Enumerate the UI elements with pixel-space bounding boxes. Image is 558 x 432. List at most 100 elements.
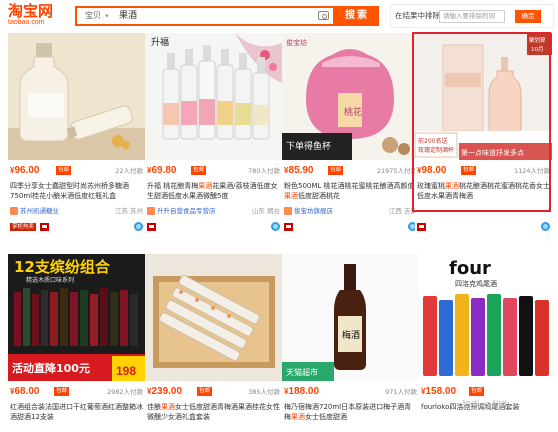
chevron-down-icon: ▾ bbox=[105, 12, 109, 20]
search-button-label: 搜索 bbox=[345, 10, 369, 21]
location: 江西 吉安 bbox=[388, 207, 417, 215]
brand-mark: 升福 bbox=[151, 36, 169, 48]
product-card[interactable]: ¥96.00 包邮 22人付款 四季分享女士蠢甜型时尚苏州桥多糖酒750ml桂花… bbox=[8, 33, 145, 233]
product-image[interactable]: 升福 bbox=[145, 33, 282, 160]
price: ¥85.90 bbox=[284, 165, 314, 176]
product-image[interactable]: 桃花 下单得鱼杯 俊宝坊 bbox=[282, 33, 419, 160]
price: ¥69.80 bbox=[147, 165, 177, 176]
badge-row bbox=[284, 222, 417, 232]
badge-row bbox=[147, 222, 280, 232]
seller-badge: 掌柜热卖 bbox=[10, 223, 37, 231]
paid-count: 21975人付款 bbox=[376, 167, 417, 175]
paid-count: 22人付款 bbox=[115, 167, 143, 175]
price-row: ¥98.00 包邮 1124人付款 bbox=[415, 164, 552, 178]
free-shipping-badge: 包邮 bbox=[328, 166, 344, 175]
top-bar: 淘宝网 taobao.com 宝贝 ▾ 果酒 搜索 在结果中排除 请输入要排除的… bbox=[0, 0, 558, 30]
price-row: ¥69.80 包邮 780人付款 bbox=[145, 164, 282, 178]
wangwang-icon[interactable] bbox=[271, 222, 280, 231]
shop-name[interactable]: 升升自营食品专营店 bbox=[157, 205, 216, 217]
product-card[interactable]: 桃花 下单得鱼杯 俊宝坊 ¥85.90 包邮 21975人付款 粉色500ML … bbox=[282, 33, 419, 233]
wangwang-icon[interactable] bbox=[541, 222, 550, 231]
tmall-icon bbox=[284, 223, 293, 231]
badge-row: 掌柜热卖 bbox=[10, 222, 143, 232]
promo-tag-1: 前200名送 bbox=[418, 137, 447, 145]
price: ¥158.00 bbox=[421, 386, 457, 397]
taobao-logo[interactable]: 淘宝网 taobao.com bbox=[8, 2, 72, 27]
paid-count: 385人付款 bbox=[248, 388, 280, 396]
tmall-icon bbox=[40, 223, 49, 231]
exclude-confirm-button[interactable]: 确定 bbox=[515, 10, 541, 23]
camera-icon[interactable] bbox=[318, 11, 329, 20]
corner-tag-2: 10月 bbox=[531, 46, 544, 53]
product-image[interactable] bbox=[8, 33, 145, 160]
product-title[interactable]: 玫瑰蜜桃果酒桃花酿酒桃花蜜酒桃花香女士低度水果酒青梅酒 bbox=[417, 181, 550, 201]
brand-mark: four bbox=[449, 258, 491, 279]
watermark: 知乎 @阿牛 bbox=[462, 401, 510, 411]
product-image[interactable]: 梅酒 天猫超市 bbox=[282, 254, 419, 381]
free-shipping-badge: 包邮 bbox=[54, 387, 70, 396]
bottle-label: 梅酒 bbox=[342, 329, 360, 341]
banner-text: 第一点味道抒发多点 bbox=[461, 148, 524, 157]
bottle-label: 桃花 bbox=[344, 106, 362, 118]
search-button[interactable]: 搜索 bbox=[335, 6, 379, 26]
product-card[interactable]: 梅酒 天猫超市 ¥188.00 971人付款 梅乃宿梅酒720ml日本原装进口梅… bbox=[282, 254, 419, 432]
product-title[interactable]: 升福 桃花酿青梅果酒花果酒/荔枝酒低度女生甜酒低度水果酒微醺5度 bbox=[147, 181, 280, 201]
price-row: ¥158.00 包邮 bbox=[419, 385, 556, 399]
free-shipping-badge: 包邮 bbox=[56, 166, 72, 175]
search-box: 宝贝 ▾ 果酒 bbox=[75, 6, 335, 26]
search-scope-select[interactable]: 宝贝 ▾ bbox=[77, 8, 113, 24]
badge-row bbox=[417, 222, 550, 232]
price: ¥239.00 bbox=[147, 386, 183, 397]
wangwang-icon[interactable] bbox=[134, 222, 143, 231]
free-shipping-badge: 包邮 bbox=[191, 166, 207, 175]
price-row: ¥239.00 包邮 385人付款 bbox=[145, 385, 282, 399]
price: ¥188.00 bbox=[284, 386, 320, 397]
exclude-filter: 在结果中排除 请输入要排除的词 确定 bbox=[390, 4, 554, 28]
free-shipping-badge: 包邮 bbox=[461, 166, 477, 175]
brand-mark: 俊宝坊 bbox=[286, 38, 307, 47]
logo-text: 淘宝网 bbox=[8, 2, 54, 20]
price: ¥68.00 bbox=[10, 386, 40, 397]
shop-name[interactable]: 苏州凯通糖业 bbox=[20, 205, 59, 217]
promo-price: 198 bbox=[116, 364, 136, 378]
price: ¥98.00 bbox=[417, 165, 447, 176]
tmall-supermarket-tag: 天猫超市 bbox=[286, 367, 318, 377]
tmall-icon bbox=[147, 223, 156, 231]
shop-row: 苏州凯通糖业 江苏 苏州 bbox=[8, 205, 145, 217]
product-title[interactable]: 红酒组合装法国进口干红葡萄酒红酒整箱冰酒甜酒12支装 bbox=[10, 402, 143, 424]
price-row: ¥68.00 包邮 2982人付款 bbox=[8, 385, 145, 399]
search-input[interactable]: 果酒 bbox=[119, 8, 137, 24]
shop-icon bbox=[147, 207, 155, 215]
free-shipping-badge: 包邮 bbox=[469, 387, 485, 396]
shop-row: 俊宝坊旗舰店 江西 吉安 bbox=[282, 205, 419, 217]
promo-banner: 活动直降100元 bbox=[12, 361, 90, 375]
price-row: ¥96.00 包邮 22人付款 bbox=[8, 164, 145, 178]
product-title[interactable]: 四季分享女士蠢甜型时尚苏州桥多糖酒750ml桂花小酿米酒低度红瓶礼盒 bbox=[10, 181, 143, 201]
price-row: ¥188.00 971人付款 bbox=[282, 385, 419, 399]
product-title[interactable]: 梅乃宿梅酒720ml日本原装进口梅子酒青梅果酒女士低度甜酒 bbox=[284, 402, 417, 424]
product-title[interactable]: 粉色500ML 桃花酒桃花蜜桃花酿酒高颜值果酒低度甜酒桃花 bbox=[284, 181, 417, 201]
promo-tag-2: 玫瑰定制酒杯 bbox=[418, 146, 454, 154]
paid-count: 971人付款 bbox=[385, 388, 417, 396]
paid-count: 2982人付款 bbox=[106, 388, 143, 396]
product-image[interactable]: 12支缤纷组合 精选木质口味系列 活动直降100元 198 bbox=[8, 254, 145, 381]
shop-row: 升升自营食品专营店 山东 烟台 bbox=[145, 205, 282, 217]
tmall-icon bbox=[417, 223, 426, 231]
product-title[interactable]: 佳酿果酒女士低度甜酒青梅酒果酒桂花女性微醺少女酒礼盒套装 bbox=[147, 402, 280, 424]
promo-subtitle: 精选木质口味系列 bbox=[26, 276, 74, 284]
product-card[interactable]: 前200名送 玫瑰定制酒杯 第一点味道抒发多点 聚划算 10月 ¥98.00 包… bbox=[415, 33, 552, 233]
product-card[interactable]: ¥239.00 包邮 385人付款 佳酿果酒女士低度甜酒青梅酒果酒桂花女性微醺少… bbox=[145, 254, 282, 432]
product-card[interactable]: 12支缤纷组合 精选木质口味系列 活动直降100元 198 ¥68.00 包邮 … bbox=[8, 254, 145, 432]
shop-icon bbox=[10, 207, 18, 215]
shop-name[interactable]: 俊宝坊旗舰店 bbox=[294, 205, 333, 217]
product-image[interactable]: 前200名送 玫瑰定制酒杯 第一点味道抒发多点 聚划算 10月 bbox=[415, 33, 552, 160]
price-row: ¥85.90 包邮 21975人付款 bbox=[282, 164, 419, 178]
banner-text: 下单得鱼杯 bbox=[286, 140, 331, 152]
product-image[interactable]: four 四洛克鸡尾酒 bbox=[419, 254, 556, 381]
logo-domain: taobao.com bbox=[8, 19, 45, 26]
exclude-label: 在结果中排除 bbox=[395, 11, 440, 20]
exclude-input[interactable]: 请输入要排除的词 bbox=[439, 10, 505, 23]
scope-label: 宝贝 bbox=[85, 11, 101, 20]
product-image[interactable] bbox=[145, 254, 282, 381]
product-card[interactable]: 升福 ¥69.80 包邮 780人付款 升福 桃花酿青梅果酒花果酒/荔枝酒低度女… bbox=[145, 33, 282, 233]
